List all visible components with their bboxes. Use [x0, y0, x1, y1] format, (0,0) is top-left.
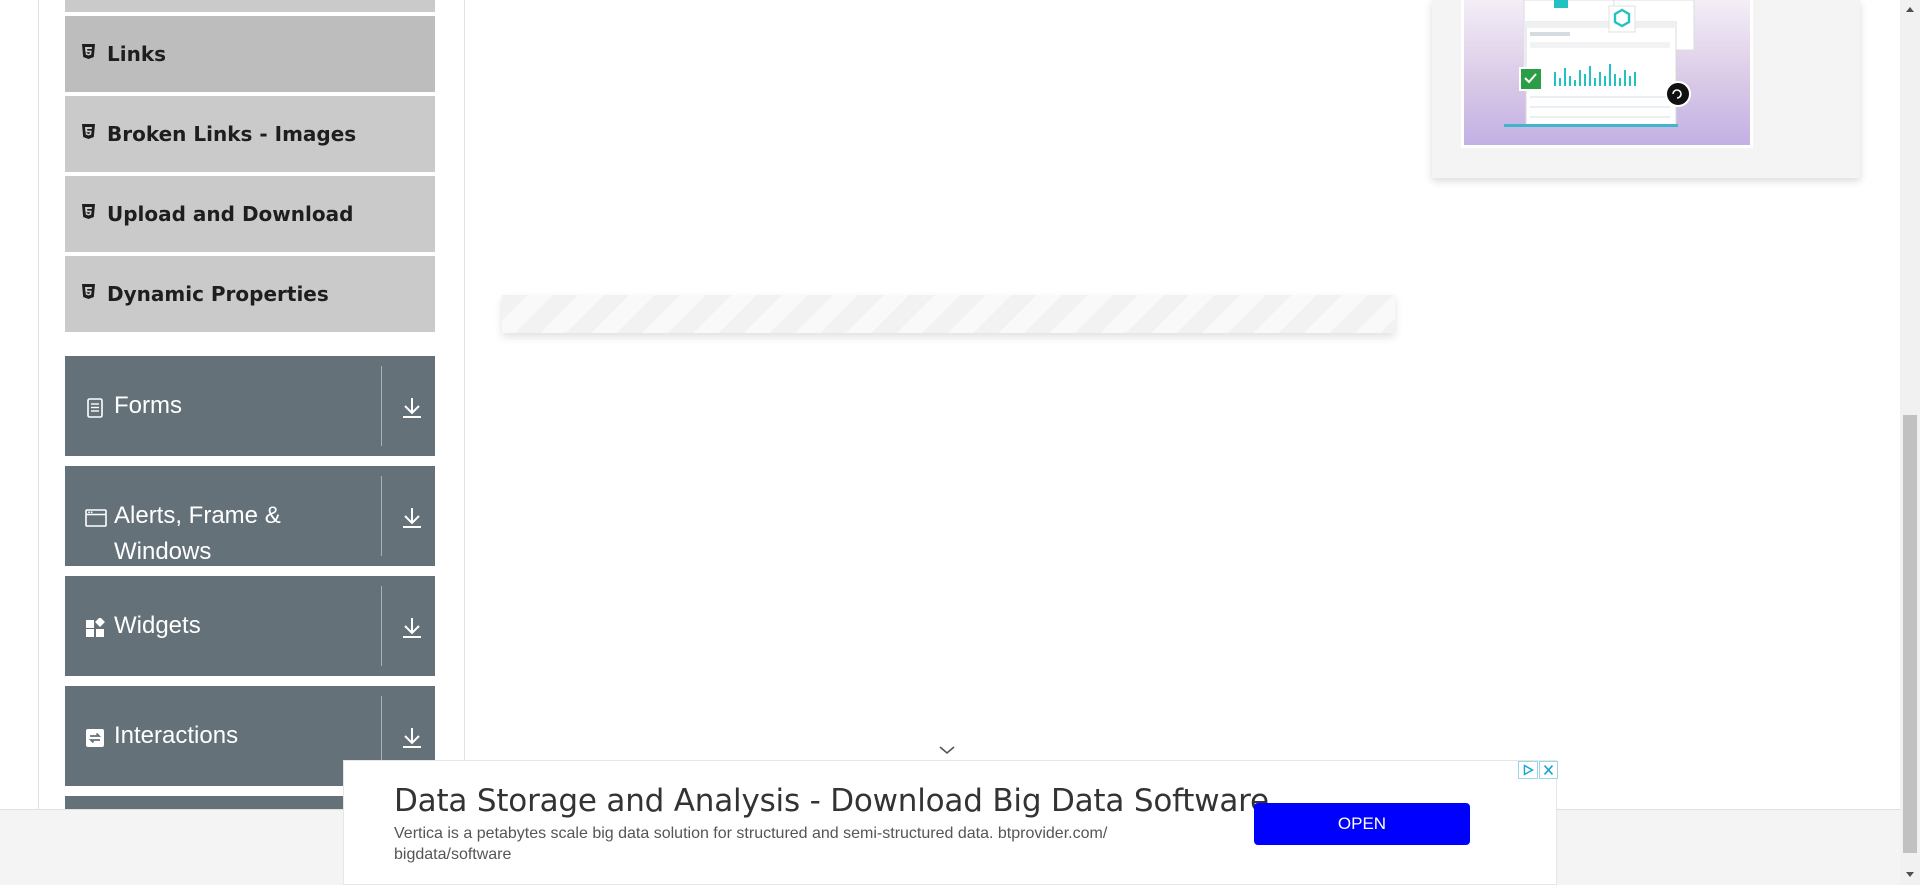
- sidebar-item-broken-links[interactable]: Broken Links - Images: [65, 96, 435, 174]
- sidebar-item-upload-download[interactable]: Upload and Download: [65, 176, 435, 254]
- html5-icon: [82, 43, 95, 59]
- ad-image: [1461, 0, 1753, 148]
- chevron-down-icon[interactable]: [938, 744, 956, 756]
- adchoices-icon[interactable]: [1518, 761, 1538, 779]
- document-icon: [87, 398, 103, 418]
- html5-icon: [82, 203, 95, 219]
- ad-description[interactable]: Vertica is a petabytes scale big data so…: [394, 823, 1214, 865]
- sidebar-item-links[interactable]: Links: [65, 16, 435, 94]
- sidebar-subitem-previous[interactable]: [65, 0, 435, 14]
- sidebar-group-label: Forms: [114, 392, 182, 419]
- sidebar-group-forms[interactable]: Forms: [65, 356, 435, 456]
- vertical-scrollbar[interactable]: [1900, 0, 1920, 885]
- sidebar-group-widgets[interactable]: Widgets: [65, 576, 435, 676]
- download-arrow-icon[interactable]: [401, 396, 423, 420]
- download-arrow-icon[interactable]: [401, 506, 423, 530]
- sidebar-item-label: Upload and Download: [107, 202, 354, 226]
- sidebar-left-border: [38, 0, 39, 810]
- ad-title[interactable]: Data Storage and Analysis - Download Big…: [394, 783, 1269, 819]
- ad-placeholder-strip: [502, 295, 1395, 333]
- widgets-icon: [86, 618, 105, 637]
- sidebar-right-border: [464, 0, 465, 810]
- scroll-down-arrow-icon[interactable]: [1900, 866, 1920, 884]
- group-divider: [381, 476, 382, 556]
- scrollbar-thumb[interactable]: [1903, 415, 1917, 853]
- download-arrow-icon[interactable]: [401, 616, 423, 640]
- sidebar-item-label: Broken Links - Images: [107, 122, 357, 146]
- html5-icon: [82, 123, 95, 139]
- bottom-ad-banner[interactable]: Data Storage and Analysis - Download Big…: [343, 760, 1558, 885]
- sidebar-group-label: Widgets: [114, 612, 201, 639]
- group-divider: [381, 366, 382, 446]
- group-divider: [381, 586, 382, 666]
- scroll-up-arrow-icon[interactable]: [1900, 0, 1920, 18]
- close-icon[interactable]: [1539, 761, 1558, 779]
- window-icon: [85, 509, 107, 527]
- interactions-icon: [86, 729, 104, 747]
- sidebar-item-label: Links: [107, 42, 167, 66]
- ad-open-button[interactable]: OPEN: [1254, 803, 1470, 845]
- download-arrow-icon[interactable]: [401, 726, 423, 750]
- side-ad-card[interactable]: [1432, 0, 1860, 178]
- dashboard-illustration: [1504, 0, 1695, 127]
- sidebar-group-alerts-frame-windows[interactable]: Alerts, Frame & Windows: [65, 466, 435, 566]
- sidebar-group-label: Interactions: [114, 722, 239, 749]
- sidebar-item-label: Dynamic Properties: [107, 282, 329, 306]
- page: Links Broken Links - Images Upload and D…: [0, 0, 1920, 885]
- html5-icon: [82, 283, 95, 299]
- sidebar-group-label: Alerts, Frame & Windows: [114, 502, 281, 565]
- sidebar-item-dynamic-properties[interactable]: Dynamic Properties: [65, 256, 435, 334]
